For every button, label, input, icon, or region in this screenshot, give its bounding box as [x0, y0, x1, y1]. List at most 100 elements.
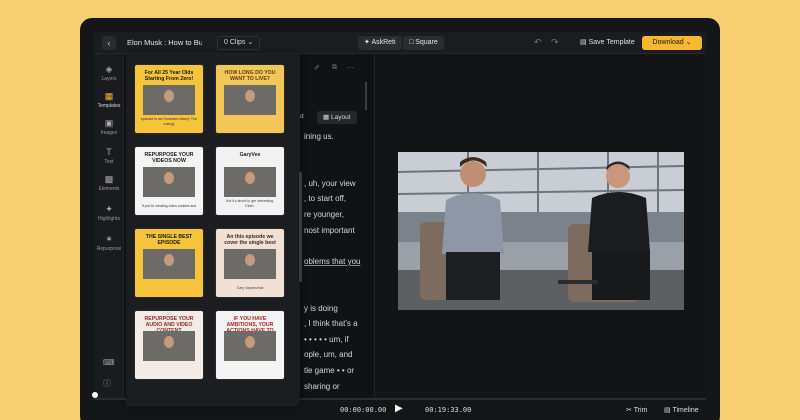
clips-dropdown[interactable]: 0 Clips ⌄: [217, 36, 261, 50]
timeline-button[interactable]: ▤ Timeline: [664, 406, 699, 414]
square-icon: □: [409, 39, 414, 46]
template-card[interactable]: THE SINGLE BEST EPISODE: [134, 228, 204, 298]
template-caption: If you're creating video content and: [141, 203, 197, 208]
undo-icon[interactable]: ↶: [534, 37, 542, 48]
transcript-line[interactable]: nost important: [304, 226, 355, 235]
template-thumbnail-image: [224, 85, 276, 115]
sidebar-item-images[interactable]: ▣ Images: [94, 118, 124, 136]
sidebar-item-templates[interactable]: ▦ Templates: [94, 91, 124, 109]
template-thumbnail-image: [224, 331, 276, 361]
highlights-icon: ✦: [105, 204, 113, 214]
image-icon: ▣: [104, 118, 114, 128]
template-card[interactable]: REPURPOSE YOUR VIDEOS NOW If you're creat…: [134, 146, 204, 216]
template-card[interactable]: For All 25 Year Olds Starting From Zero!…: [134, 64, 204, 134]
template-headline: THE SINGLE BEST EPISODE: [145, 234, 193, 246]
repurpose-icon: ✶: [105, 234, 113, 244]
trim-button[interactable]: ✂ Trim: [626, 406, 647, 414]
total-time: 00:19:33.00: [425, 406, 472, 414]
aspect-ratio-label: Square: [415, 39, 438, 46]
play-icon: ▶: [395, 403, 403, 414]
sidebar-item-label: Repurpose: [96, 246, 122, 252]
video-preview[interactable]: [398, 152, 684, 310]
transcript-line[interactable]: tle game • • or: [304, 366, 354, 375]
layout-tab-label: Layout: [330, 114, 351, 121]
editor-screen: ‹ Elon Musk : How to Build th 0 Clips ⌄ …: [94, 32, 706, 420]
template-headline: GaryVee: [239, 152, 261, 158]
save-template-button[interactable]: ▤ Save Template: [580, 38, 635, 46]
tab-partial[interactable]: d: [300, 113, 304, 120]
layout-icon: ▦: [323, 114, 330, 121]
timeline-icon: ▤: [664, 407, 671, 414]
transcript-line[interactable]: , to start off,: [304, 194, 346, 203]
template-card[interactable]: HOW LONG DO YOU WANT TO LIVE?: [215, 64, 285, 134]
transcript-line[interactable]: , I think that's a: [304, 319, 358, 328]
chevron-left-icon: ‹: [107, 38, 111, 48]
save-icon: ▤: [580, 39, 587, 46]
askreti-label: AskReti: [371, 39, 396, 46]
more-icon[interactable]: ⋯: [347, 64, 354, 72]
template-headline: An this episode we cover the single best: [224, 234, 276, 246]
sidebar-item-repurpose[interactable]: ✶ Repurpose: [94, 234, 124, 252]
back-button[interactable]: ‹: [102, 36, 116, 50]
sidebar-item-layers[interactable]: ◈ Layers: [94, 64, 124, 82]
template-card[interactable]: IF YOU HAVE AMBITIONS, YOUR ACTIONS HAVE…: [215, 310, 285, 380]
redo-icon[interactable]: ↷: [551, 37, 559, 48]
sidebar-item-text[interactable]: T Text: [94, 147, 124, 165]
help-icon[interactable]: ⓘ: [103, 378, 111, 389]
template-thumbnail-image: [224, 249, 276, 279]
transcript-line[interactable]: • • • • • um, if: [304, 335, 349, 344]
timeline-label: Timeline: [672, 407, 699, 414]
transcript-scrollbar[interactable]: [365, 82, 367, 110]
template-headline: REPURPOSE YOUR VIDEOS NOW: [144, 152, 194, 164]
template-thumbnail-image: [143, 167, 195, 197]
tab-layout[interactable]: ▦ Layout: [317, 111, 357, 124]
transcript-text[interactable]: ining us. , uh, your view , to start off, r…: [304, 128, 370, 410]
elements-icon: ▩: [104, 174, 114, 184]
play-button[interactable]: ▶: [395, 403, 403, 414]
sidebar-item-label: Elements: [98, 186, 120, 192]
sidebar-item-label: Images: [100, 130, 118, 136]
template-card[interactable]: REPURPOSE YOUR AUDIO AND VIDEO CONTENT: [134, 310, 204, 380]
trim-label: Trim: [633, 407, 648, 414]
transcript-line[interactable]: ople, um, and: [304, 350, 352, 359]
brush-icon[interactable]: ✐: [314, 64, 320, 72]
template-thumbnail-image: [224, 167, 276, 197]
template-thumbnail-image: [143, 331, 195, 361]
chevron-down-icon: ⌄: [247, 39, 254, 46]
download-label: Download: [652, 39, 684, 46]
template-caption: Gary Vaynerchuk: [236, 285, 264, 290]
top-bar: ‹ Elon Musk : How to Build th 0 Clips ⌄ …: [94, 32, 706, 54]
current-time: 00:00:00.00: [340, 406, 387, 414]
template-headline: HOW LONG DO YOU WANT TO LIVE?: [224, 70, 276, 82]
transcript-line[interactable]: sharing or: [304, 382, 340, 391]
sidebar-item-elements[interactable]: ▩ Elements: [94, 174, 124, 192]
aspect-ratio-button[interactable]: □ Square: [403, 36, 444, 50]
save-template-label: Save Template: [588, 39, 635, 46]
sidebar-item-label: Templates: [97, 103, 121, 109]
transcript-line[interactable]: y is doing: [304, 304, 338, 313]
chevron-down-icon: ⌄: [685, 39, 692, 46]
text-icon: T: [106, 147, 112, 157]
scrub-handle[interactable]: [92, 392, 98, 398]
layers-icon: ◈: [105, 64, 113, 74]
templates-scrollbar[interactable]: [299, 172, 302, 282]
transcript-line[interactable]: , uh, your view: [304, 179, 356, 188]
video-frame-image: [398, 152, 684, 310]
left-sidebar: ◈ Layers ▦ Templates ▣ Images T Text ▩ Elemen…: [94, 54, 124, 420]
sidebar-item-highlights[interactable]: ✦ Highlights: [94, 204, 124, 222]
template-caption: Not it's about to get interesting, Eben.: [225, 199, 275, 208]
template-thumbnail-image: [143, 85, 195, 115]
sidebar-item-label: Highlights: [98, 216, 120, 222]
template-headline: For All 25 Year Olds Starting From Zero!: [144, 70, 194, 82]
download-button[interactable]: Download ⌄: [642, 36, 702, 50]
template-card[interactable]: GaryVee Not it's about to get interesting…: [215, 146, 285, 216]
askreti-button[interactable]: ✦ AskReti: [358, 36, 402, 50]
template-card[interactable]: An this episode we cover the single best…: [215, 228, 285, 298]
keyboard-icon[interactable]: ⌨: [103, 358, 115, 367]
project-title[interactable]: Elon Musk : How to Build th: [127, 38, 202, 47]
transcript-line[interactable]: re younger,: [304, 210, 344, 219]
copy-icon[interactable]: ⧉: [332, 64, 337, 72]
transcript-line[interactable]: oblems that you: [304, 257, 360, 266]
transcript-line[interactable]: ining us.: [304, 132, 334, 141]
template-caption: episode in we Docenies history. The ener…: [141, 117, 197, 126]
